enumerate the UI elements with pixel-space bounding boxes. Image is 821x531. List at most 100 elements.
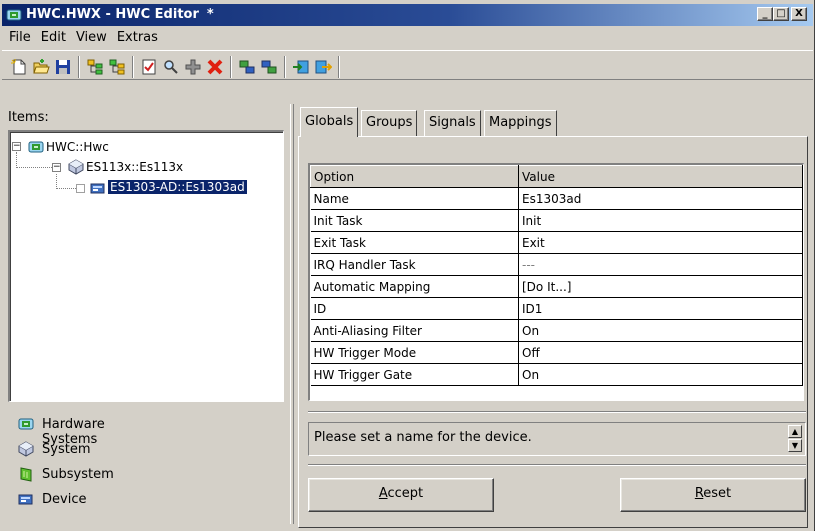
menu-file[interactable]: File xyxy=(4,28,36,48)
system-icon xyxy=(18,441,34,457)
subsystem-icon xyxy=(20,467,32,482)
tree-structure-icon[interactable] xyxy=(86,58,104,76)
add-plus-icon[interactable] xyxy=(184,58,202,76)
open-folder-icon[interactable] xyxy=(32,58,50,76)
toolbar-separator xyxy=(132,56,134,78)
option-cell: Exit Task xyxy=(310,231,519,254)
items-tree[interactable]: − HWC::Hwc − ES113x::Es113x ES1303-AD::E… xyxy=(8,130,284,402)
find-icon[interactable] xyxy=(162,58,180,76)
menu-extras[interactable]: Extras xyxy=(112,28,163,48)
value-cell[interactable]: [Do It...] xyxy=(518,275,803,298)
tree-node-hwc[interactable]: − HWC::Hwc xyxy=(12,138,212,156)
export-icon[interactable] xyxy=(314,58,332,76)
toolbar xyxy=(2,50,813,80)
option-cell: Anti-Aliasing Filter xyxy=(310,319,519,342)
description-box: Please set a name for the device. ▲ ▼ xyxy=(308,422,806,456)
scroll-down-button[interactable]: ▼ xyxy=(788,439,802,452)
value-cell[interactable]: Init xyxy=(518,209,803,232)
accept-button[interactable]: Accept xyxy=(308,478,494,512)
table-row[interactable]: Anti-Aliasing Filter On xyxy=(310,319,803,342)
import-icon[interactable] xyxy=(292,58,310,76)
tree-node-es1303ad[interactable]: ES1303-AD::Es1303ad xyxy=(72,179,282,197)
toolbar-separator xyxy=(284,56,286,78)
maximize-button[interactable]: □ xyxy=(773,7,789,21)
collapse-toggle[interactable]: − xyxy=(52,163,61,172)
menu-edit[interactable]: Edit xyxy=(36,28,71,48)
table-row[interactable]: HW Trigger Gate On xyxy=(310,363,803,386)
system-icon xyxy=(68,159,84,175)
tree-line xyxy=(16,167,52,168)
delete-x-icon[interactable] xyxy=(206,58,224,76)
table-row[interactable]: Init Task Init xyxy=(310,209,803,232)
description-text: Please set a name for the device. xyxy=(314,430,532,445)
tree-node-es113x[interactable]: − ES113x::Es113x xyxy=(52,158,252,176)
table-row[interactable]: Exit Task Exit xyxy=(310,231,803,254)
value-cell[interactable]: Exit xyxy=(518,231,803,254)
modified-marker: * xyxy=(206,7,214,22)
hardware-system-icon xyxy=(18,418,34,430)
option-cell: Name xyxy=(310,187,519,210)
option-cell: IRQ Handler Task xyxy=(310,253,519,276)
leaf-box xyxy=(76,184,85,193)
minimize-button[interactable]: _ xyxy=(757,7,773,21)
legend-label: Subsystem xyxy=(42,467,114,482)
close-button[interactable]: X xyxy=(791,7,807,21)
table-row[interactable]: Automatic Mapping [Do It...] xyxy=(310,275,803,298)
accept-label: ccept xyxy=(387,486,424,501)
value-cell[interactable]: Off xyxy=(518,341,803,364)
reset-label: eset xyxy=(703,486,732,501)
divider xyxy=(308,411,806,413)
window-title-text: HWC.HWX - HWC Editor xyxy=(26,7,199,22)
menu-view[interactable]: View xyxy=(71,28,112,48)
options-grid[interactable]: Option Value Name Es1303ad Init Task Init … xyxy=(308,163,804,401)
option-cell: Automatic Mapping xyxy=(310,275,519,298)
option-cell: HW Trigger Gate xyxy=(310,363,519,386)
tree-node-label: HWC::Hwc xyxy=(46,140,109,154)
tab-signals[interactable]: Signals xyxy=(424,110,481,136)
window-title: HWC.HWX - HWC Editor * xyxy=(26,7,214,22)
table-row[interactable]: HW Trigger Mode Off xyxy=(310,341,803,364)
grid-header-row: Option Value xyxy=(310,165,803,188)
accept-accelerator: A xyxy=(378,486,388,501)
column-header-option[interactable]: Option xyxy=(310,165,519,188)
reset-accelerator: R xyxy=(694,486,704,501)
scroll-up-button[interactable]: ▲ xyxy=(788,425,802,438)
tree-node-label-selected: ES1303-AD::Es1303ad xyxy=(107,179,248,195)
panel-splitter[interactable] xyxy=(290,104,294,524)
new-file-icon[interactable] xyxy=(10,58,28,76)
column-header-value[interactable]: Value xyxy=(518,165,803,188)
options-table: Option Value Name Es1303ad Init Task Init … xyxy=(310,165,803,386)
tree-line xyxy=(56,174,57,189)
toolbar-separator xyxy=(338,56,340,78)
reset-button[interactable]: Reset xyxy=(620,478,806,512)
option-cell: Init Task xyxy=(310,209,519,232)
value-cell[interactable]: Es1303ad xyxy=(518,187,803,210)
title-bar[interactable]: HWC.HWX - HWC Editor * _ □ X xyxy=(2,4,813,26)
tree-node-label: ES113x::Es113x xyxy=(86,160,184,174)
value-cell[interactable]: ID1 xyxy=(518,297,803,320)
value-cell[interactable]: On xyxy=(518,319,803,342)
collapse-toggle[interactable]: − xyxy=(12,142,21,151)
legend-label: Device xyxy=(42,492,87,507)
toolbar-separator xyxy=(230,56,232,78)
option-cell: HW Trigger Mode xyxy=(310,341,519,364)
checklist-icon[interactable] xyxy=(140,58,158,76)
items-label: Items: xyxy=(8,110,49,125)
hardware-system-icon xyxy=(28,141,44,153)
table-row[interactable]: IRQ Handler Task --- xyxy=(310,253,803,276)
table-row[interactable]: Name Es1303ad xyxy=(310,187,803,210)
value-cell[interactable]: On xyxy=(518,363,803,386)
divider xyxy=(308,464,806,466)
tab-globals[interactable]: Globals xyxy=(300,107,359,137)
toolbar-separator xyxy=(78,56,80,78)
table-row[interactable]: ID ID1 xyxy=(310,297,803,320)
save-disk-icon[interactable] xyxy=(54,58,72,76)
hwc-editor-window: HWC.HWX - HWC Editor * _ □ X File Edit Vi… xyxy=(0,0,815,531)
connect-alt-icon[interactable] xyxy=(260,58,278,76)
option-cell: ID xyxy=(310,297,519,320)
connect-icon[interactable] xyxy=(238,58,256,76)
value-cell[interactable]: --- xyxy=(518,253,803,276)
tab-mappings[interactable]: Mappings xyxy=(484,110,557,136)
tree-structure-alt-icon[interactable] xyxy=(108,58,126,76)
tab-groups[interactable]: Groups xyxy=(361,110,418,136)
